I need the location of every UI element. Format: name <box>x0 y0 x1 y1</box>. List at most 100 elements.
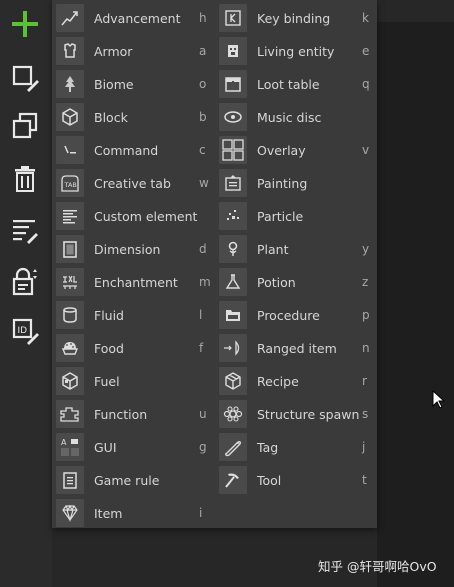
trash-icon <box>15 166 35 192</box>
shortcut-key: e <box>362 44 370 58</box>
menu-item-block[interactable]: Block b <box>56 102 211 132</box>
item-icon <box>56 499 84 527</box>
menu-item-enchantment[interactable]: Enchantment m <box>56 267 211 297</box>
shortcut-key: r <box>362 374 367 388</box>
shortcut-key: n <box>362 341 370 355</box>
menu-item-dimension[interactable]: Dimension d <box>56 234 211 264</box>
game-rule-icon <box>56 466 84 494</box>
music-disc-icon <box>219 103 247 131</box>
svg-text:TAB: TAB <box>64 181 77 189</box>
shortcut-key: h <box>199 11 207 25</box>
menu-item-label: Biome <box>94 76 134 92</box>
menu-item-potion[interactable]: Potion z <box>219 267 374 297</box>
add-element-button[interactable] <box>8 7 42 41</box>
shortcut-key: z <box>362 275 369 289</box>
menu-item-creative-tab[interactable]: TAB Creative tab w <box>56 168 211 198</box>
shortcut-key: d <box>199 242 207 256</box>
structure-spawn-icon <box>219 400 247 428</box>
menu-item-food[interactable]: Food f <box>56 333 211 363</box>
menu-item-item[interactable]: Item i <box>56 498 211 528</box>
potion-icon <box>219 268 247 296</box>
shortcut-key: q <box>362 77 370 91</box>
shortcut-key: u <box>199 407 207 421</box>
menu-item-living-entity[interactable]: Living entity e <box>219 36 374 66</box>
menu-item-custom-element[interactable]: Custom element <box>56 201 211 231</box>
edit-element-button[interactable] <box>8 61 42 95</box>
menu-item-label: Armor <box>94 43 133 59</box>
menu-item-recipe[interactable]: Recipe r <box>219 366 374 396</box>
menu-item-fuel[interactable]: Fuel <box>56 366 211 396</box>
menu-item-armor[interactable]: Armor a <box>56 36 211 66</box>
shortcut-key: b <box>199 110 207 124</box>
tag-icon <box>219 433 247 461</box>
watermark-text: 知乎 @轩哥啊哈OvO <box>318 559 437 574</box>
edit-list-button[interactable] <box>8 213 42 247</box>
shortcut-key: l <box>199 308 203 322</box>
shortcut-key: p <box>362 308 370 322</box>
menu-item-label: Loot table <box>257 76 320 92</box>
menu-item-procedure[interactable]: Procedure p <box>219 300 374 330</box>
menu-item-function[interactable]: Function u <box>56 399 211 429</box>
loot-table-icon <box>219 70 247 98</box>
menu-item-label: Item <box>94 505 123 521</box>
add-element-menu: Advancement h Armor a Biome o Block b Co… <box>52 0 377 528</box>
menu-item-label: Dimension <box>94 241 161 257</box>
menu-item-label: Fuel <box>94 373 120 389</box>
delete-element-button[interactable] <box>8 162 42 196</box>
procedure-icon <box>219 301 247 329</box>
menu-item-structure-spawn[interactable]: Structure spawn s <box>219 399 374 429</box>
menu-item-command[interactable]: Command c <box>56 135 211 165</box>
menu-item-label: Food <box>94 340 124 356</box>
shortcut-key: k <box>362 11 369 25</box>
recipe-icon <box>219 367 247 395</box>
shortcut-key: o <box>199 77 207 91</box>
block-icon <box>56 103 84 131</box>
menu-item-tool[interactable]: Tool t <box>219 465 374 495</box>
menu-item-gui[interactable]: A GUI g <box>56 432 211 462</box>
advancement-icon <box>56 4 84 32</box>
particle-icon <box>219 202 247 230</box>
menu-item-label: Particle <box>257 208 304 224</box>
menu-item-loot-table[interactable]: Loot table q <box>219 69 374 99</box>
menu-item-key-binding[interactable]: Key binding k <box>219 3 374 33</box>
shortcut-key: f <box>199 341 204 355</box>
armor-icon <box>56 37 84 65</box>
menu-item-plant[interactable]: Plant y <box>219 234 374 264</box>
menu-item-label: Painting <box>257 175 308 191</box>
menu-item-biome[interactable]: Biome o <box>56 69 211 99</box>
menu-item-fluid[interactable]: Fluid l <box>56 300 211 330</box>
menu-item-overlay[interactable]: Overlay v <box>219 135 374 165</box>
menu-item-label: Living entity <box>257 43 335 59</box>
menu-item-label: Enchantment <box>94 274 178 290</box>
menu-item-label: Tool <box>257 472 282 488</box>
shortcut-key: v <box>362 143 370 157</box>
menu-item-music-disc[interactable]: Music disc <box>219 102 374 132</box>
menu-item-particle[interactable]: Particle <box>219 201 374 231</box>
tool-icon <box>219 466 247 494</box>
svg-text:ID: ID <box>18 326 28 336</box>
lock-element-button[interactable] <box>8 264 42 298</box>
list-edit-icon <box>13 220 38 244</box>
menu-item-advancement[interactable]: Advancement h <box>56 3 211 33</box>
plant-icon <box>219 235 247 263</box>
duplicate-element-button[interactable] <box>8 109 42 143</box>
menu-item-label: Game rule <box>94 472 160 488</box>
menu-item-game-rule[interactable]: Game rule <box>56 465 211 495</box>
gui-icon: A <box>56 433 84 461</box>
shortcut-key: s <box>362 407 369 421</box>
menu-item-ranged-item[interactable]: Ranged item n <box>219 333 374 363</box>
mcreator-window: ID Advancement h Armor a Biome o Block b… <box>0 0 454 587</box>
edit-icon <box>12 65 39 92</box>
shortcut-key: j <box>362 440 366 454</box>
shortcut-key: t <box>362 473 367 487</box>
dimension-icon <box>56 235 84 263</box>
menu-item-label: Procedure <box>257 307 320 323</box>
change-id-button[interactable]: ID <box>8 314 42 348</box>
living-entity-icon <box>219 37 247 65</box>
ranged-item-icon <box>219 334 247 362</box>
creative-tab-icon: TAB <box>56 169 84 197</box>
id-edit-icon: ID <box>12 318 39 345</box>
menu-item-tag[interactable]: Tag j <box>219 432 374 462</box>
menu-item-painting[interactable]: Painting <box>219 168 374 198</box>
menu-item-label: Overlay <box>257 142 306 158</box>
